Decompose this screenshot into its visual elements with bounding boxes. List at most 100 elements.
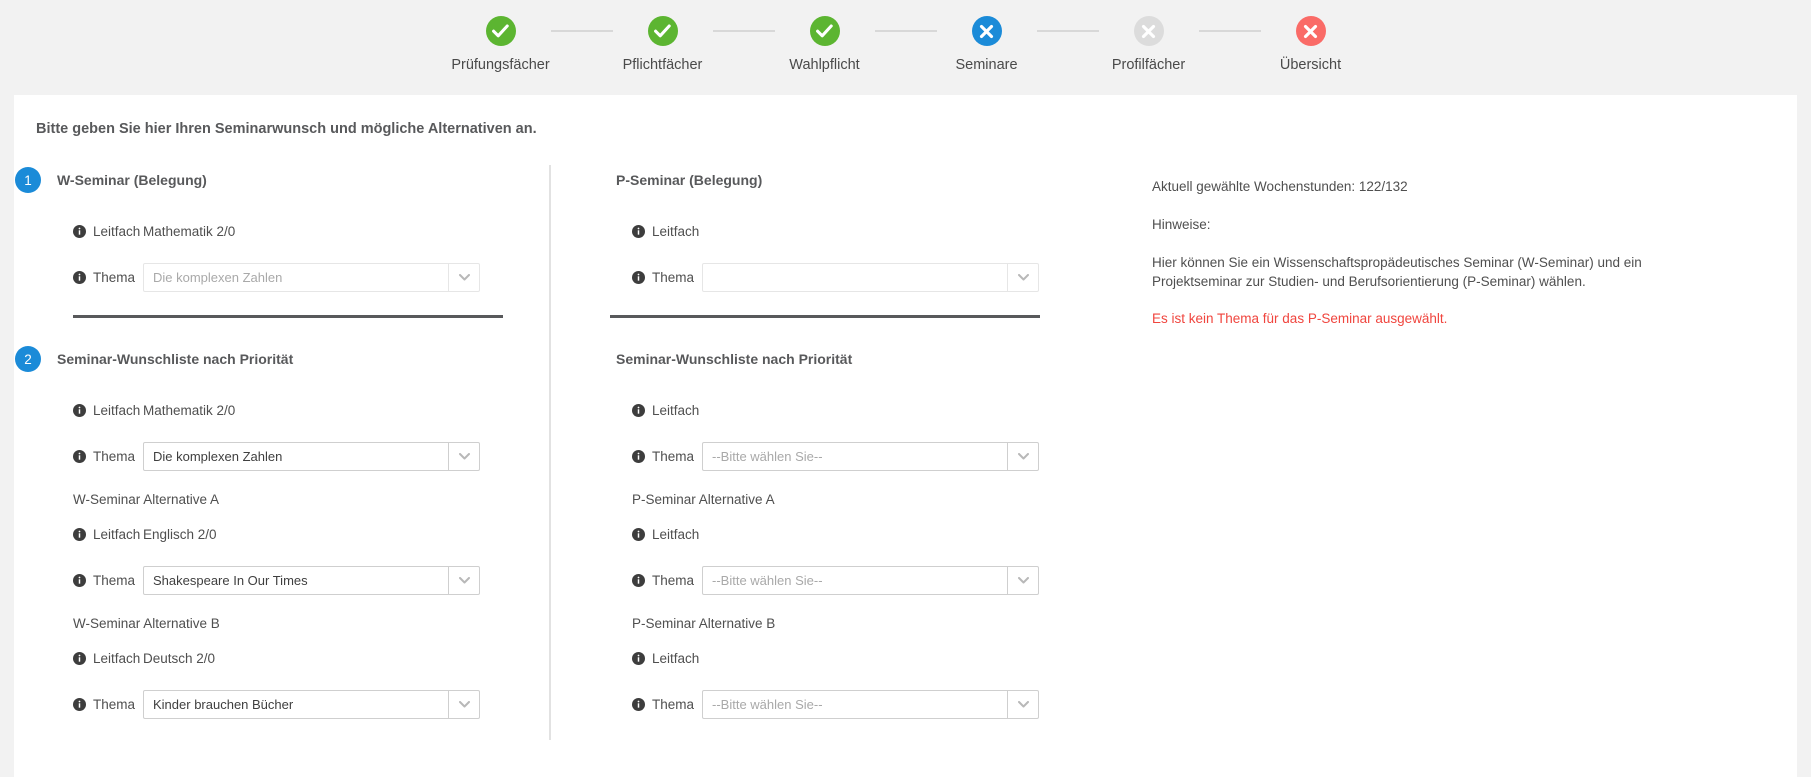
p-wunschliste-header: 2 Seminar-Wunschliste nach Priorität [595,344,1094,374]
chevron-down-icon[interactable] [448,567,479,594]
info-icon [73,574,86,587]
step-pflichtf-cher[interactable]: Pflichtfächer [613,16,713,73]
step-wahlpflicht[interactable]: Wahlpflicht [775,16,875,73]
w-wunschliste-header: 2 Seminar-Wunschliste nach Priorität [15,344,549,374]
w-wunsch-thema-row-2: Thema Kinder brauchen Bücher [36,690,549,719]
w-belegung-thema-select[interactable]: Die komplexen Zahlen [143,263,480,292]
p-belegung-thema-value [703,264,1007,291]
check-circle-icon [809,16,840,46]
info-icon [632,271,645,284]
weekly-hours-status: Aktuell gewählte Wochenstunden: 122/132 [1152,179,1408,194]
step-connector [712,30,775,32]
leitfach-label-group: Leitfach [36,224,140,239]
w-belegung-thema-value: Die komplexen Zahlen [153,270,283,285]
step-seminare[interactable]: Seminare [937,16,1037,73]
chevron-down-icon[interactable] [1007,567,1038,594]
step-profilf-cher[interactable]: Profilfächer [1099,16,1199,73]
p-wunsch-alternative-subheader: P-Seminar Alternative A [632,492,775,507]
section-divider-right [610,315,1040,318]
p-wunsch-thema-value-0: --Bitte wählen Sie-- [712,449,823,464]
step-pr-fungsf-cher[interactable]: Prüfungsfächer [451,16,551,73]
thema-label-group: Thema [595,449,694,464]
step-label: Profilfächer [1111,57,1186,73]
progress-stepper: Prüfungsfächer Pflichtfächer Wahlpflicht Se… [0,0,1811,95]
w-wunsch-thema-row-1: Thema Shakespeare In Our Times [36,566,549,595]
step-label: Seminare [955,57,1018,73]
chevron-down-icon[interactable] [1007,443,1038,470]
thema-label-group: Thema [36,449,135,464]
thema-label: Thema [652,697,695,712]
p-wunschliste-entries: Leitfach Thema --Bitte wählen Sie-- P-Semin… [595,396,1094,719]
columns-container: 1 W-Seminar (Belegung) Leitfach Mathemat… [14,165,1797,740]
info-panel: Aktuell gewählte Wochenstunden: 122/132 … [1094,165,1797,740]
cross-circle-icon [1133,16,1164,46]
info-icon [73,404,86,417]
w-wunsch-thema-value-1: Shakespeare In Our Times [153,573,308,588]
w-wunsch-thema-select-2[interactable]: Kinder brauchen Bücher [143,690,480,719]
leitfach-label-group: Leitfach [595,403,699,418]
info-icon [632,404,645,417]
p-belegung-thema-select[interactable] [702,263,1039,292]
thema-label: Thema [93,573,136,588]
chevron-down-icon[interactable] [448,264,479,291]
info-icon [632,528,645,541]
p-wunsch-thema-select-0[interactable]: --Bitte wählen Sie-- [702,442,1039,471]
thema-label: Thema [93,697,136,712]
check-circle-icon [485,16,516,46]
w-wunsch-leitfach-value-2: Deutsch 2/0 [143,651,216,666]
info-icon [73,698,86,711]
chevron-down-icon[interactable] [1007,264,1038,291]
info-icon [632,698,645,711]
leitfach-label-group: Leitfach [595,224,699,239]
step--bersicht[interactable]: Übersicht [1261,16,1361,73]
thema-label-group: Thema [36,270,135,285]
w-wunsch-leitfach-value-1: Englisch 2/0 [143,527,217,542]
hinweise-text: Hier können Sie ein Wissenschaftspropäde… [1152,255,1642,290]
info-icon [632,652,645,665]
info-icon [632,574,645,587]
leitfach-label: Leitfach [652,527,700,542]
w-wunsch-thema-select-0[interactable]: Die komplexen Zahlen [143,442,480,471]
w-wunsch-alternative-subheader: W-Seminar Alternative A [73,492,220,507]
p-wunsch-thema-select-1[interactable]: --Bitte wählen Sie-- [702,566,1039,595]
p-wunsch-leitfach-row-0: Leitfach [595,396,1094,425]
w-wunsch-leitfach-row-0: Leitfach Mathematik 2/0 [36,396,549,425]
p-belegung-leitfach-row: Leitfach [595,217,1094,246]
w-belegung-thema-row: Thema Die komplexen Zahlen [36,263,549,292]
thema-label-group: Thema [595,270,694,285]
page-instruction: Bitte geben Sie hier Ihren Seminarwunsch… [36,121,537,137]
step-connector [550,30,613,32]
leitfach-label-group: Leitfach [595,651,699,666]
chevron-down-icon[interactable] [448,443,479,470]
thema-label: Thema [652,573,695,588]
thema-label: Thema [652,449,695,464]
w-seminar-belegung-title: W-Seminar (Belegung) [57,172,207,188]
leitfach-label: Leitfach [652,224,700,239]
w-wunsch-thema-select-1[interactable]: Shakespeare In Our Times [143,566,480,595]
w-wunschliste-entries: Leitfach Mathematik 2/0 Thema Die komplexen… [36,396,549,719]
leitfach-label: Leitfach [652,403,700,418]
chevron-down-icon[interactable] [448,691,479,718]
p-seminar-column: 1 P-Seminar (Belegung) Leitfach Thema [549,165,1094,740]
thema-label-group: Thema [36,697,135,712]
p-wunsch-thema-select-2[interactable]: --Bitte wählen Sie-- [702,690,1039,719]
p-seminar-belegung-title: P-Seminar (Belegung) [616,172,763,188]
w-wunsch-leitfach-row-1: Leitfach Englisch 2/0 [36,520,549,549]
info-icon [73,450,86,463]
w-wunsch-thema-value-2: Kinder brauchen Bücher [153,697,294,712]
leitfach-label-group: Leitfach [595,527,699,542]
w-wunsch-leitfach-value-0: Mathematik 2/0 [143,403,236,418]
error-message: Es ist kein Thema für das P-Seminar ausg… [1152,310,1448,326]
info-icon [73,652,86,665]
section-divider-left [73,315,503,318]
chevron-down-icon[interactable] [1007,691,1038,718]
w-wunsch-leitfach-row-2: Leitfach Deutsch 2/0 [36,644,549,673]
cross-circle-icon [1295,16,1326,46]
thema-label: Thema [93,270,136,285]
thema-label-group: Thema [595,573,694,588]
w-wunsch-thema-value-0: Die komplexen Zahlen [153,449,283,464]
p-wunsch-thema-row-0: Thema --Bitte wählen Sie-- [595,442,1094,471]
leitfach-label-group: Leitfach [36,403,140,418]
w-seminar-column: 1 W-Seminar (Belegung) Leitfach Mathemat… [14,165,549,740]
leitfach-label: Leitfach [652,651,700,666]
